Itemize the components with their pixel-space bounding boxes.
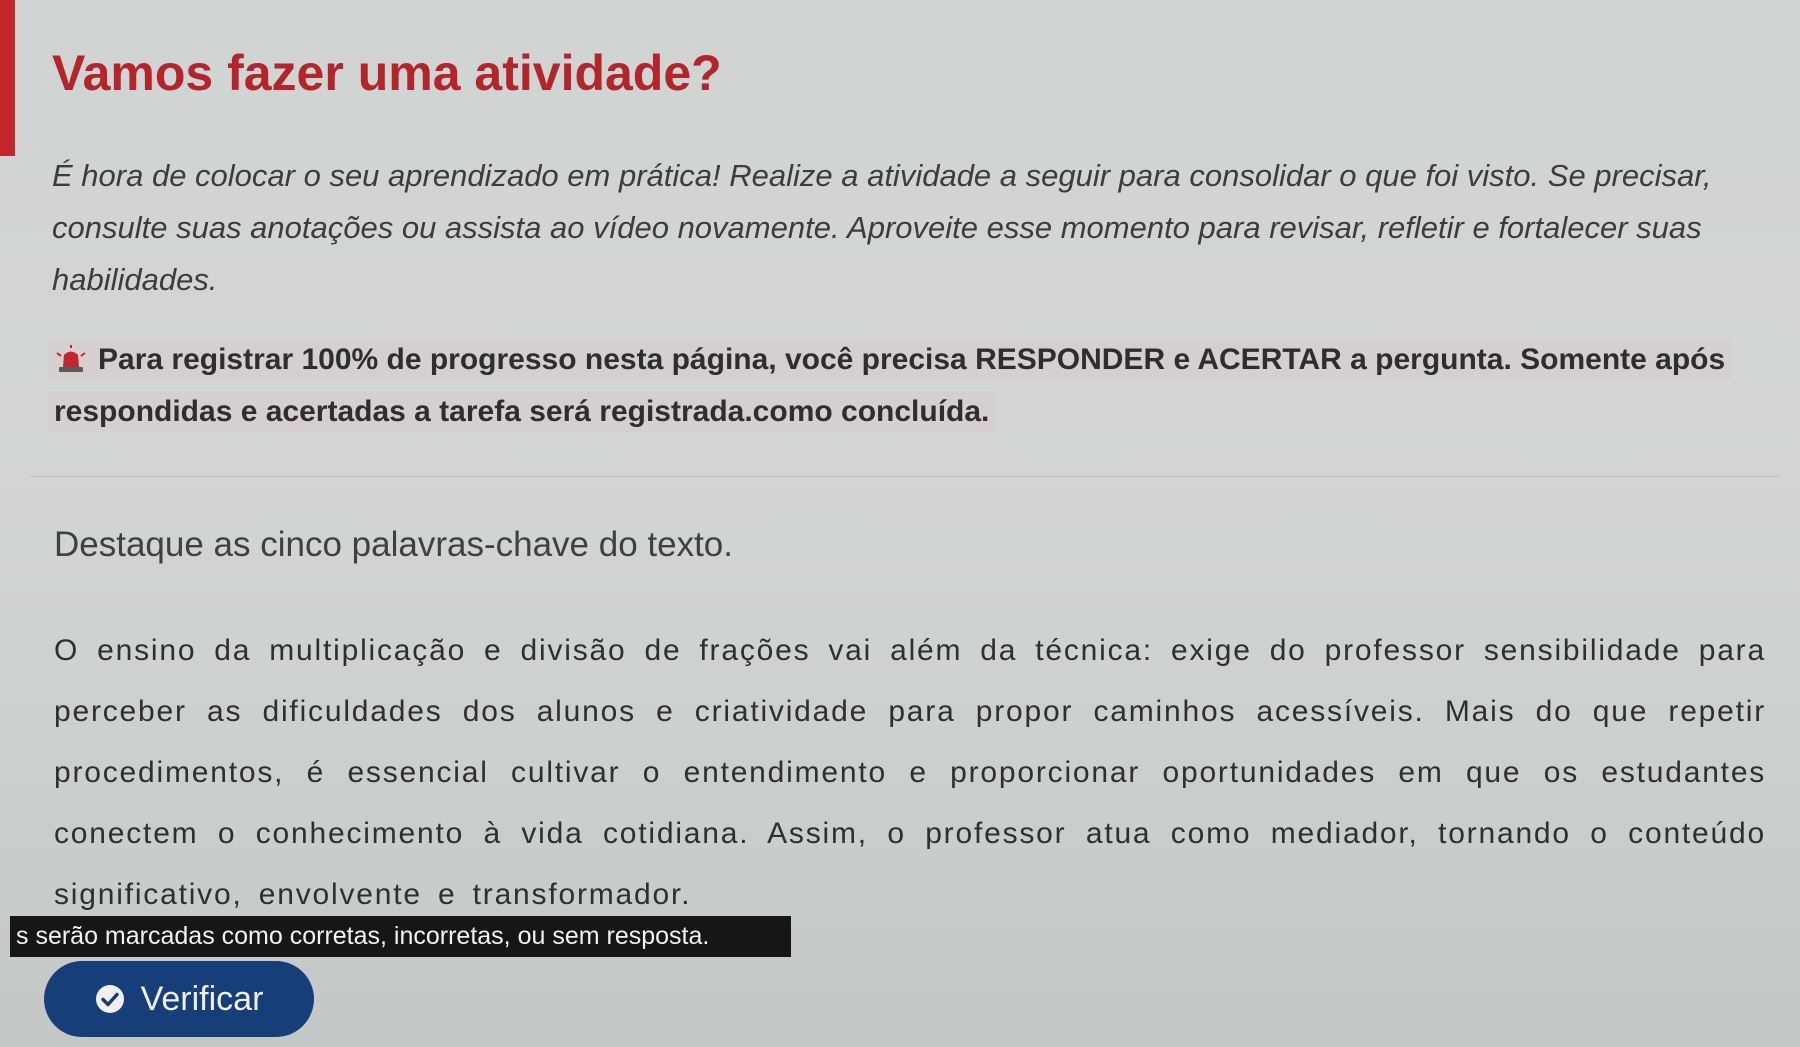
passage-word[interactable]: cultivar (511, 756, 620, 789)
passage-word[interactable]: frações (699, 634, 810, 667)
passage-word[interactable]: o (643, 756, 662, 789)
passage-word[interactable]: que (1466, 756, 1521, 789)
accent-bar (0, 0, 15, 156)
progress-notice-text: Para registrar 100% de progresso nesta p… (54, 343, 1726, 428)
passage-word[interactable]: e (438, 878, 457, 911)
tooltip: s serão marcadas como corretas, incorret… (10, 916, 791, 957)
passage-word[interactable]: Mais (1445, 695, 1516, 728)
activity-intro: É hora de colocar o seu aprendizado em p… (52, 158, 1712, 297)
passage-word[interactable]: essencial (347, 756, 488, 789)
check-circle-icon (95, 985, 124, 1013)
passage-word[interactable]: oportunidades (1162, 756, 1376, 789)
passage-word[interactable]: da (214, 634, 251, 667)
passage-word[interactable]: dos (463, 695, 517, 728)
passage-word[interactable]: conectem (54, 817, 198, 850)
passage-word[interactable]: o (1590, 817, 1609, 850)
passage-word[interactable]: as (207, 695, 242, 728)
passage-word[interactable]: acessíveis. (1256, 695, 1424, 728)
passage-word[interactable]: cotidiana. (603, 817, 749, 850)
progress-notice: Para registrar 100% de progresso nesta p… (48, 334, 1768, 438)
passage-word[interactable]: mediador, (1271, 817, 1419, 850)
passage-word[interactable]: além (890, 634, 962, 667)
activity-title: Vamos fazer uma atividade? (52, 45, 722, 101)
passage-word[interactable]: professor (925, 817, 1066, 850)
passage-word[interactable]: criatividade (695, 695, 868, 728)
passage-word[interactable]: repetir (1668, 695, 1766, 728)
passage-word[interactable]: vida (521, 817, 583, 850)
progress-notice-highlight: Para registrar 100% de progresso nesta p… (48, 339, 1732, 432)
passage-word[interactable]: O (54, 634, 79, 667)
selectable-passage[interactable]: O ensino da multiplicação e divisão de f… (54, 620, 1766, 925)
passage-word[interactable]: perceber (54, 695, 187, 728)
passage-word[interactable]: ensino (97, 634, 196, 667)
passage-word[interactable]: dificuldades (262, 695, 442, 728)
passage-word[interactable]: estudantes (1601, 756, 1766, 789)
passage-word[interactable]: transformador. (473, 878, 692, 911)
passage-word[interactable]: multiplicação (269, 634, 466, 667)
passage-word[interactable]: entendimento (684, 756, 887, 789)
passage-word[interactable]: técnica: (1035, 634, 1153, 667)
verify-button[interactable]: Verificar (44, 961, 314, 1037)
passage-word[interactable]: em (1398, 756, 1443, 789)
passage-word[interactable]: do (1270, 634, 1307, 667)
passage-word[interactable]: divisão (521, 634, 627, 667)
passage-word[interactable]: alunos (537, 695, 636, 728)
passage-word[interactable]: à (483, 817, 502, 850)
passage-word[interactable]: atua (1086, 817, 1152, 850)
passage-word[interactable]: procedimentos, (54, 756, 284, 789)
passage-word[interactable]: e (656, 695, 675, 728)
passage-word[interactable]: professor (1325, 634, 1466, 667)
passage-word[interactable]: que (1593, 695, 1648, 728)
section-divider (30, 476, 1780, 477)
passage-word[interactable]: propor (976, 695, 1074, 728)
passage-word[interactable]: e (484, 634, 503, 667)
alarm-siren-icon (56, 345, 86, 372)
passage-word[interactable]: os (1544, 756, 1579, 789)
passage-word[interactable]: Assim, (767, 817, 868, 850)
passage-word[interactable]: vai (828, 634, 872, 667)
passage-word[interactable]: e (909, 756, 928, 789)
passage-word[interactable]: tornando (1438, 817, 1571, 850)
passage-word[interactable]: conhecimento (256, 817, 464, 850)
passage-word[interactable]: o (887, 817, 906, 850)
passage-word[interactable]: do (1536, 695, 1573, 728)
passage-word[interactable]: significativo, (54, 878, 243, 911)
passage-word[interactable]: para (888, 695, 955, 728)
passage-word[interactable]: é (307, 756, 326, 789)
passage-word[interactable]: para (1699, 634, 1766, 667)
question-prompt: Destaque as cinco palavras-chave do text… (54, 525, 733, 564)
verify-button-label: Verificar (140, 979, 264, 1018)
passage-word[interactable]: de (644, 634, 681, 667)
passage-word[interactable]: proporcionar (950, 756, 1140, 789)
passage-word[interactable]: como (1171, 817, 1252, 850)
passage-word[interactable]: o (218, 817, 237, 850)
passage-word[interactable]: da (980, 634, 1017, 667)
passage-word[interactable]: envolvente (259, 878, 422, 911)
passage-word[interactable]: conteúdo (1628, 817, 1766, 850)
passage-word[interactable]: caminhos (1093, 695, 1236, 728)
passage-word[interactable]: sensibilidade (1484, 634, 1681, 667)
passage-word[interactable]: exige (1171, 634, 1252, 667)
